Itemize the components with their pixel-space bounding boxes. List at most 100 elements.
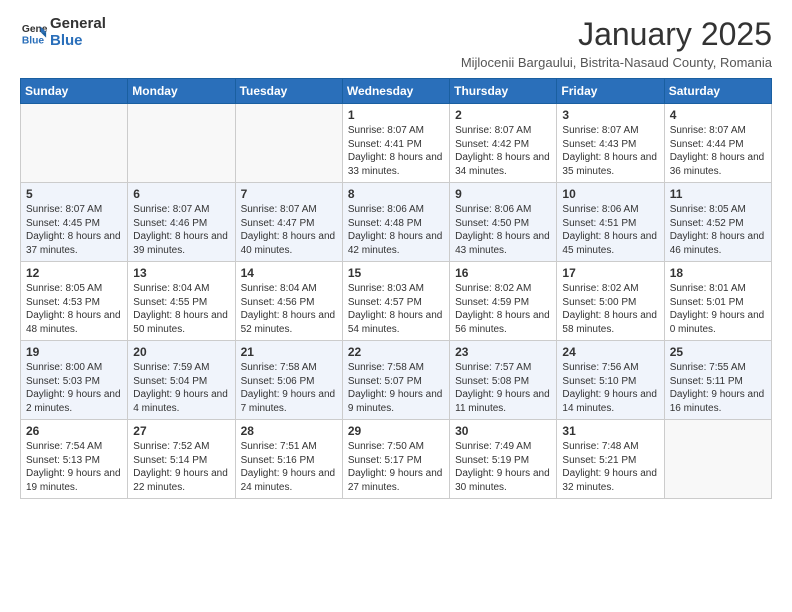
calendar-table: SundayMondayTuesdayWednesdayThursdayFrid…: [20, 78, 772, 499]
day-number: 2: [455, 108, 551, 122]
day-info: Sunrise: 8:07 AM Sunset: 4:42 PM Dayligh…: [455, 124, 551, 178]
calendar-day-header: Sunday: [21, 79, 128, 104]
day-info: Sunrise: 8:07 AM Sunset: 4:45 PM Dayligh…: [26, 203, 122, 257]
day-number: 13: [133, 266, 229, 280]
calendar-body: 1Sunrise: 8:07 AM Sunset: 4:41 PM Daylig…: [21, 104, 772, 499]
day-info: Sunrise: 7:51 AM Sunset: 5:16 PM Dayligh…: [241, 440, 337, 494]
day-number: 28: [241, 424, 337, 438]
day-info: Sunrise: 8:02 AM Sunset: 5:00 PM Dayligh…: [562, 282, 658, 336]
day-info: Sunrise: 7:49 AM Sunset: 5:19 PM Dayligh…: [455, 440, 551, 494]
calendar-cell: 20 Sunrise: 7:59 AM Sunset: 5:04 PM Dayli…: [128, 341, 235, 420]
calendar-cell: 27Sunrise: 7:52 AM Sunset: 5:14 PM Dayli…: [128, 420, 235, 499]
day-number: 17: [562, 266, 658, 280]
day-info: Sunrise: 7:58 AM Sunset: 5:07 PM Dayligh…: [348, 361, 444, 415]
calendar-day-header: Monday: [128, 79, 235, 104]
title-block: January 2025 Mijlocenii Bargaului, Bistr…: [461, 16, 772, 70]
calendar-cell: 8 Sunrise: 8:06 AM Sunset: 4:48 PM Daylig…: [342, 183, 449, 262]
day-info: Sunrise: 8:01 AM Sunset: 5:01 PM Dayligh…: [670, 282, 766, 336]
day-number: 25: [670, 345, 766, 359]
calendar-cell: 28 Sunrise: 7:51 AM Sunset: 5:16 PM Dayli…: [235, 420, 342, 499]
calendar-cell: 10Sunrise: 8:06 AM Sunset: 4:51 PM Dayli…: [557, 183, 664, 262]
calendar-week-row: 12Sunrise: 8:05 AM Sunset: 4:53 PM Dayli…: [21, 262, 772, 341]
day-info: Sunrise: 8:03 AM Sunset: 4:57 PM Dayligh…: [348, 282, 444, 336]
day-info: Sunrise: 8:02 AM Sunset: 4:59 PM Dayligh…: [455, 282, 551, 336]
calendar-cell: 16 Sunrise: 8:02 AM Sunset: 4:59 PM Dayli…: [450, 262, 557, 341]
calendar-cell: 21Sunrise: 7:58 AM Sunset: 5:06 PM Dayli…: [235, 341, 342, 420]
day-number: 11: [670, 187, 766, 201]
logo-text: GeneralBlue: [50, 16, 106, 49]
day-number: 8: [348, 187, 444, 201]
calendar-cell: 25 Sunrise: 7:55 AM Sunset: 5:11 PM Dayli…: [664, 341, 771, 420]
day-number: 24: [562, 345, 658, 359]
calendar-cell: 19Sunrise: 8:00 AM Sunset: 5:03 PM Dayli…: [21, 341, 128, 420]
calendar-cell: 7Sunrise: 8:07 AM Sunset: 4:47 PM Daylig…: [235, 183, 342, 262]
calendar-cell: 4 Sunrise: 8:07 AM Sunset: 4:44 PM Daylig…: [664, 104, 771, 183]
day-number: 3: [562, 108, 658, 122]
calendar-cell: [128, 104, 235, 183]
day-info: Sunrise: 8:04 AM Sunset: 4:55 PM Dayligh…: [133, 282, 229, 336]
day-number: 26: [26, 424, 122, 438]
day-info: Sunrise: 7:56 AM Sunset: 5:10 PM Dayligh…: [562, 361, 658, 415]
calendar-week-row: 26Sunrise: 7:54 AM Sunset: 5:13 PM Dayli…: [21, 420, 772, 499]
day-number: 21: [241, 345, 337, 359]
day-number: 15: [348, 266, 444, 280]
day-info: Sunrise: 7:55 AM Sunset: 5:11 PM Dayligh…: [670, 361, 766, 415]
calendar-cell: 17 Sunrise: 8:02 AM Sunset: 5:00 PM Dayli…: [557, 262, 664, 341]
day-info: Sunrise: 7:52 AM Sunset: 5:14 PM Dayligh…: [133, 440, 229, 494]
calendar-cell: 9Sunrise: 8:06 AM Sunset: 4:50 PM Daylig…: [450, 183, 557, 262]
day-number: 29: [348, 424, 444, 438]
day-number: 4: [670, 108, 766, 122]
day-info: Sunrise: 8:06 AM Sunset: 4:51 PM Dayligh…: [562, 203, 658, 257]
calendar-cell: 15 Sunrise: 8:03 AM Sunset: 4:57 PM Dayli…: [342, 262, 449, 341]
calendar-cell: [21, 104, 128, 183]
calendar-day-header: Thursday: [450, 79, 557, 104]
logo-icon: General Blue: [20, 19, 48, 47]
day-info: Sunrise: 7:57 AM Sunset: 5:08 PM Dayligh…: [455, 361, 551, 415]
calendar-cell: 13 Sunrise: 8:04 AM Sunset: 4:55 PM Dayli…: [128, 262, 235, 341]
day-info: Sunrise: 8:07 AM Sunset: 4:44 PM Dayligh…: [670, 124, 766, 178]
day-info: Sunrise: 7:59 AM Sunset: 5:04 PM Dayligh…: [133, 361, 229, 415]
day-info: Sunrise: 8:06 AM Sunset: 4:48 PM Dayligh…: [348, 203, 444, 257]
calendar-cell: 2 Sunrise: 8:07 AM Sunset: 4:42 PM Daylig…: [450, 104, 557, 183]
day-number: 6: [133, 187, 229, 201]
calendar-cell: [664, 420, 771, 499]
calendar-cell: 18 Sunrise: 8:01 AM Sunset: 5:01 PM Dayli…: [664, 262, 771, 341]
svg-text:Blue: Blue: [22, 35, 45, 46]
calendar-cell: [235, 104, 342, 183]
day-number: 12: [26, 266, 122, 280]
calendar-day-header: Saturday: [664, 79, 771, 104]
day-info: Sunrise: 8:07 AM Sunset: 4:43 PM Dayligh…: [562, 124, 658, 178]
day-number: 9: [455, 187, 551, 201]
day-info: Sunrise: 7:48 AM Sunset: 5:21 PM Dayligh…: [562, 440, 658, 494]
day-number: 5: [26, 187, 122, 201]
calendar-cell: 30Sunrise: 7:49 AM Sunset: 5:19 PM Dayli…: [450, 420, 557, 499]
calendar-cell: 22Sunrise: 7:58 AM Sunset: 5:07 PM Dayli…: [342, 341, 449, 420]
day-number: 31: [562, 424, 658, 438]
day-info: Sunrise: 8:05 AM Sunset: 4:52 PM Dayligh…: [670, 203, 766, 257]
day-number: 1: [348, 108, 444, 122]
day-number: 16: [455, 266, 551, 280]
day-info: Sunrise: 8:07 AM Sunset: 4:47 PM Dayligh…: [241, 203, 337, 257]
calendar-week-row: 5 Sunrise: 8:07 AM Sunset: 4:45 PM Daylig…: [21, 183, 772, 262]
page-header: General Blue GeneralBlue January 2025 Mi…: [20, 16, 772, 70]
day-number: 20: [133, 345, 229, 359]
day-info: Sunrise: 8:00 AM Sunset: 5:03 PM Dayligh…: [26, 361, 122, 415]
logo-general: General: [50, 16, 106, 33]
location-subtitle: Mijlocenii Bargaului, Bistrita-Nasaud Co…: [461, 55, 772, 70]
calendar-cell: 11 Sunrise: 8:05 AM Sunset: 4:52 PM Dayli…: [664, 183, 771, 262]
calendar-cell: 3 Sunrise: 8:07 AM Sunset: 4:43 PM Daylig…: [557, 104, 664, 183]
day-number: 14: [241, 266, 337, 280]
calendar-cell: 5 Sunrise: 8:07 AM Sunset: 4:45 PM Daylig…: [21, 183, 128, 262]
day-number: 18: [670, 266, 766, 280]
calendar-cell: 29 Sunrise: 7:50 AM Sunset: 5:17 PM Dayli…: [342, 420, 449, 499]
calendar-cell: 14Sunrise: 8:04 AM Sunset: 4:56 PM Dayli…: [235, 262, 342, 341]
calendar-cell: 6 Sunrise: 8:07 AM Sunset: 4:46 PM Daylig…: [128, 183, 235, 262]
calendar-header-row: SundayMondayTuesdayWednesdayThursdayFrid…: [21, 79, 772, 104]
day-info: Sunrise: 7:50 AM Sunset: 5:17 PM Dayligh…: [348, 440, 444, 494]
day-info: Sunrise: 8:07 AM Sunset: 4:46 PM Dayligh…: [133, 203, 229, 257]
calendar-week-row: 19Sunrise: 8:00 AM Sunset: 5:03 PM Dayli…: [21, 341, 772, 420]
calendar-cell: 1Sunrise: 8:07 AM Sunset: 4:41 PM Daylig…: [342, 104, 449, 183]
calendar-cell: 24 Sunrise: 7:56 AM Sunset: 5:10 PM Dayli…: [557, 341, 664, 420]
calendar-week-row: 1Sunrise: 8:07 AM Sunset: 4:41 PM Daylig…: [21, 104, 772, 183]
calendar-cell: 26Sunrise: 7:54 AM Sunset: 5:13 PM Dayli…: [21, 420, 128, 499]
